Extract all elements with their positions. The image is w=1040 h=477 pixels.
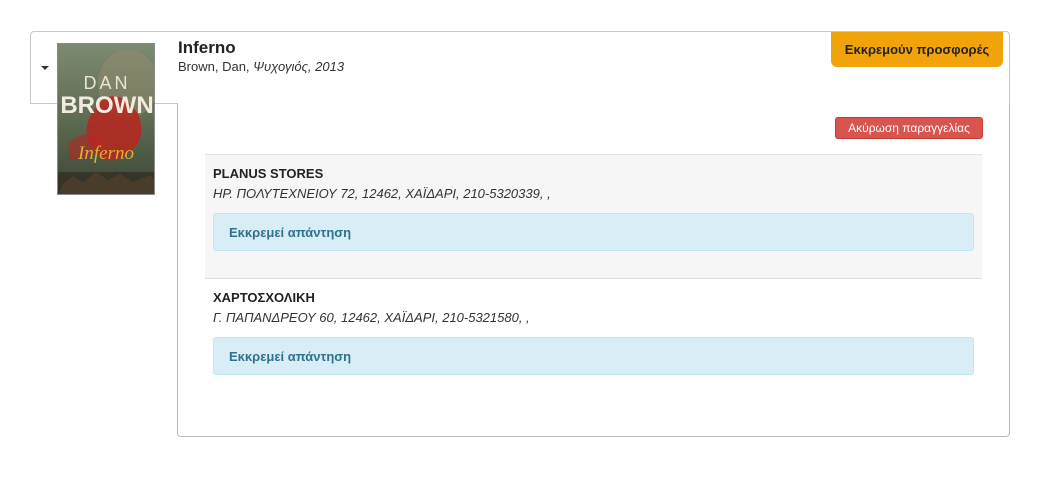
cover-author-first: DAN xyxy=(83,73,130,93)
expand-caret-icon[interactable] xyxy=(41,66,49,70)
store-row: ΧΑΡΤΟΣΧΟΛΙΚΗ Γ. ΠΑΠΑΝΔΡΕΟΥ 60, 12462, ΧΑ… xyxy=(205,279,982,389)
store-address: ΗΡ. ΠΟΛΥΤΕΧΝΕΙΟΥ 72, 12462, ΧΑΪΔΑΡΙ, 210… xyxy=(213,186,551,201)
book-title: Inferno xyxy=(178,38,236,57)
book-cover-image: DAN BROWN Inferno xyxy=(57,43,155,195)
pending-response-alert: Εκκρεμεί απάντηση xyxy=(213,337,974,375)
book-publisher-year: Ψυχογιός, 2013 xyxy=(253,59,345,74)
store-name: ΧΑΡΤΟΣΧΟΛΙΚΗ xyxy=(213,290,315,305)
book-meta: Brown, Dan, Ψυχογιός, 2013 xyxy=(178,59,344,74)
store-row: PLANUS STORES ΗΡ. ΠΟΛΥΤΕΧΝΕΙΟΥ 72, 12462… xyxy=(205,154,982,279)
cancel-order-button[interactable]: Ακύρωση παραγγελίας xyxy=(835,117,983,139)
status-badge: Εκκρεμούν προσφορές xyxy=(831,32,1003,67)
pending-response-alert: Εκκρεμεί απάντηση xyxy=(213,213,974,251)
cover-author-last: BROWN xyxy=(60,92,153,119)
cover-title: Inferno xyxy=(77,143,134,164)
store-name: PLANUS STORES xyxy=(213,166,324,181)
store-address: Γ. ΠΑΠΑΝΔΡΕΟΥ 60, 12462, ΧΑΪΔΑΡΙ, 210-53… xyxy=(213,310,530,325)
book-author: Brown, Dan, xyxy=(178,59,250,74)
